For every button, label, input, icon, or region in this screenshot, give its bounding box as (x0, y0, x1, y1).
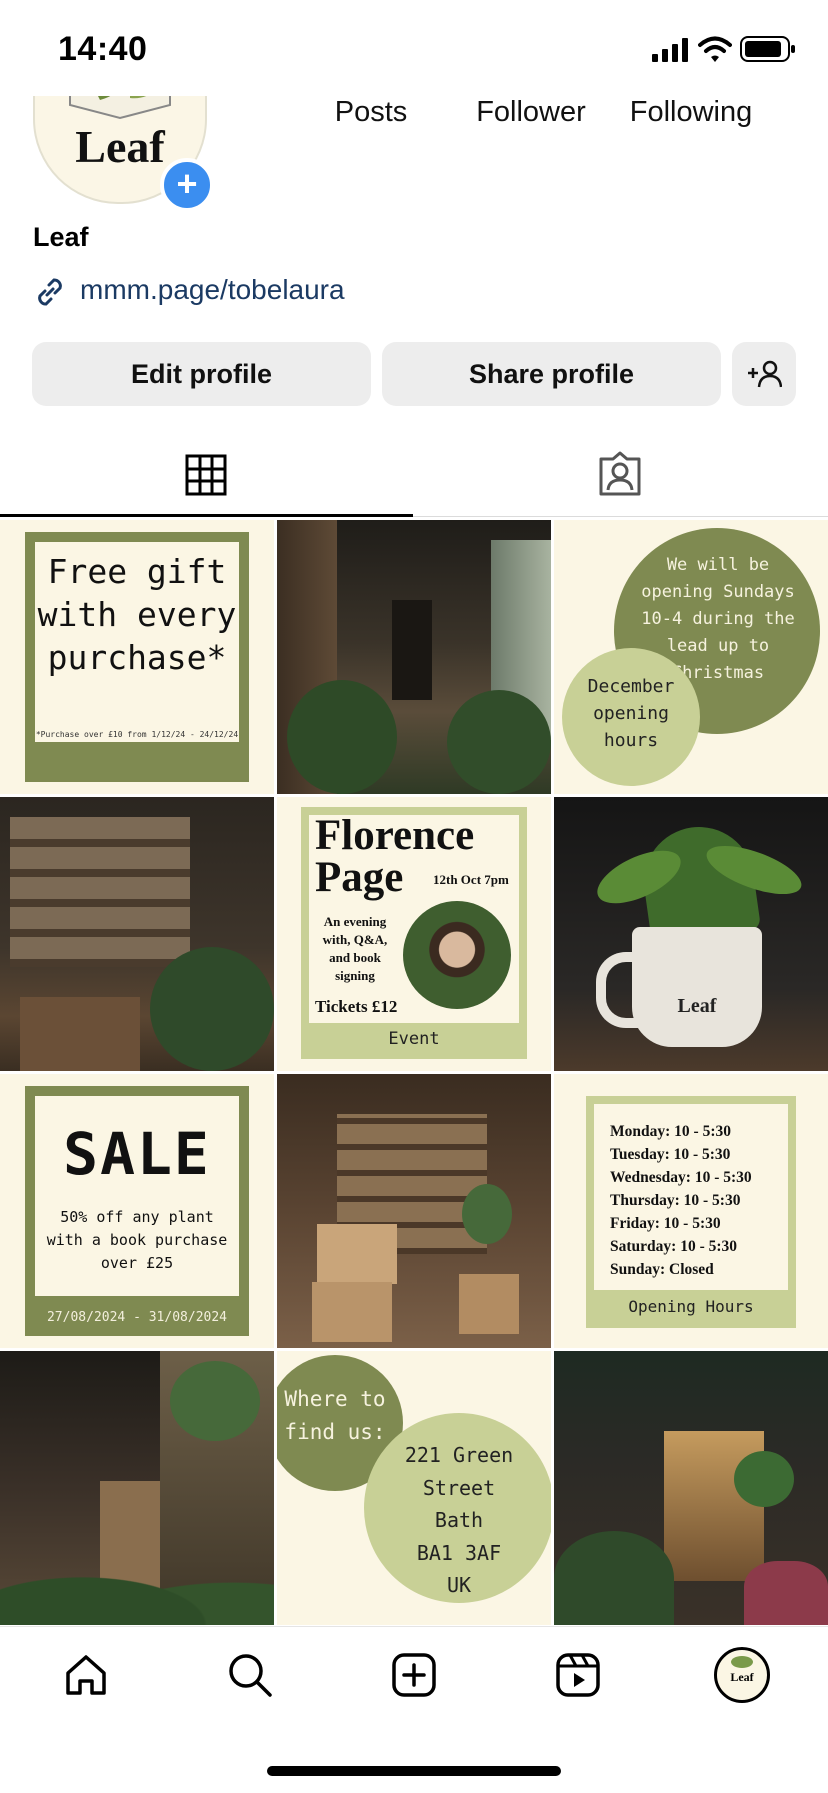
home-indicator[interactable] (267, 1766, 561, 1776)
sale-title: SALE (63, 1120, 211, 1188)
address-line-1: 221 Green (404, 1443, 514, 1467)
profile-name: Leaf (33, 222, 89, 252)
active-tab-indicator (0, 514, 413, 517)
profile-tabs (0, 444, 828, 518)
home-icon[interactable] (62, 1651, 110, 1699)
mug-logo-text: Leaf (677, 995, 717, 1017)
find-us-address: 221 Green Street Bath BA1 3AF UK (372, 1439, 546, 1602)
following-stat[interactable]: 27 Following (601, 68, 781, 129)
post-opening-hours[interactable]: Monday: 10 - 5:30 Tuesday: 10 - 5:30 Wed… (554, 1074, 828, 1348)
event-description: An evening with, Q&A, and book signing (322, 914, 388, 983)
event-name-line1: Florence (315, 812, 475, 859)
hours-saturday: Saturday: 10 - 5:30 (610, 1238, 738, 1255)
sale-dates: 27/08/2024 - 31/08/2024 (46, 1310, 227, 1325)
event-label: Event (388, 1029, 440, 1049)
post-bookshelves-cafe[interactable] (0, 797, 274, 1071)
post-new-stock-boxes[interactable] (277, 1074, 551, 1348)
hours-friday: Friday: 10 - 5:30 (610, 1215, 721, 1232)
profile-tab-avatar-text: Leaf (730, 1670, 754, 1684)
wifi-icon (698, 36, 732, 62)
profile-tab-avatar[interactable]: Leaf (714, 1647, 770, 1703)
post-shop-front[interactable] (554, 1351, 828, 1625)
posts-stat[interactable]: 12 Posts (281, 68, 461, 129)
hours-wednesday: Wednesday: 10 - 5:30 (610, 1169, 752, 1186)
free-gift-note: *Purchase over £10 from 1/12/24 - 24/12/… (35, 730, 239, 739)
share-profile-button[interactable]: Share profile (382, 342, 721, 406)
post-sale[interactable]: SALE 50% off any plant with a book purch… (0, 1074, 274, 1348)
followers-stat[interactable]: 1 Follower (441, 68, 621, 129)
sale-description: 50% off any plant with a book purchase o… (46, 1208, 228, 1272)
profile-website-link[interactable]: mmm.page/tobelaura (80, 274, 345, 306)
reels-icon[interactable] (554, 1651, 602, 1699)
link-icon (38, 278, 62, 306)
status-time: 14:40 (58, 30, 148, 68)
hours-sunday: Sunday: Closed (610, 1261, 714, 1278)
post-bookshop-interior[interactable] (0, 1351, 274, 1625)
tagged-person-icon (599, 451, 641, 496)
post-where-to-find-us[interactable]: Where to find us: 221 Green Street Bath … (277, 1351, 551, 1625)
post-december-hours[interactable]: We will be opening Sundays 10-4 during t… (554, 520, 828, 794)
event-tickets: Tickets £12 (315, 997, 398, 1016)
post-leaf-mug[interactable]: Leaf (554, 797, 828, 1071)
event-date: 12th Oct 7pm (433, 872, 509, 887)
tab-posts-grid[interactable] (0, 444, 413, 514)
add-story-button[interactable]: + (160, 158, 214, 212)
event-author-photo (403, 901, 511, 1009)
address-line-2: Street (422, 1475, 496, 1500)
opening-hours-list: Monday: 10 - 5:30 Tuesday: 10 - 5:30 Wed… (610, 1120, 752, 1281)
address-line-3: Bath (434, 1508, 484, 1532)
post-event-florence-page[interactable]: Florence Page 12th Oct 7pm An evening wi… (277, 797, 551, 1071)
tab-tagged[interactable] (414, 444, 828, 514)
free-gift-title: Free gift with every purchase* (37, 552, 237, 677)
december-hours-label: December opening hours (587, 676, 675, 751)
event-name-line2: Page (315, 854, 404, 901)
grid-icon (185, 454, 227, 496)
address-line-4: BA1 3AF (416, 1540, 502, 1565)
add-person-icon (748, 360, 783, 388)
post-library-corridor[interactable] (277, 520, 551, 794)
opening-hours-label: Opening Hours (628, 1297, 754, 1316)
address-line-5: UK (446, 1573, 472, 1597)
search-icon[interactable] (226, 1651, 274, 1699)
status-bar: 14:40 (0, 0, 828, 96)
edit-profile-button[interactable]: Edit profile (32, 342, 371, 406)
hours-thursday: Thursday: 10 - 5:30 (610, 1192, 741, 1209)
hours-monday: Monday: 10 - 5:30 (610, 1123, 731, 1140)
cellular-signal-icon (652, 38, 688, 62)
discover-people-button[interactable] (732, 342, 796, 406)
create-post-icon[interactable] (390, 1651, 438, 1699)
hours-tuesday: Tuesday: 10 - 5:30 (610, 1146, 731, 1163)
post-free-gift[interactable]: Free gift with every purchase* *Purchase… (0, 520, 274, 794)
battery-icon (740, 36, 795, 62)
